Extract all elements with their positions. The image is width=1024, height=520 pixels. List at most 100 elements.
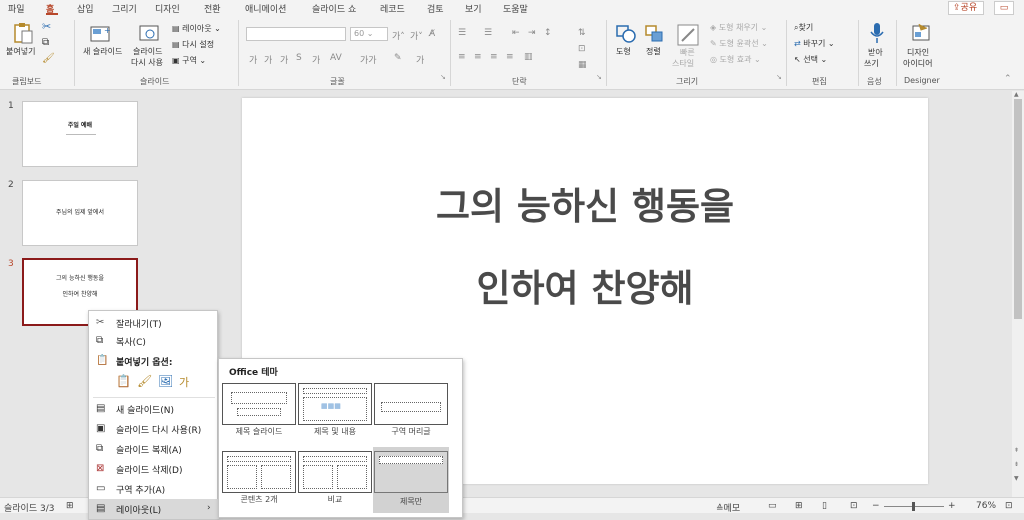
bullets-icon[interactable]: ☰ — [458, 28, 466, 38]
reset-button[interactable]: ▤ 다시 설정 — [172, 40, 214, 50]
menu-item-duplicate-slide[interactable]: ⧉ 슬라이드 복제(A) — [89, 439, 219, 459]
menu-item-add-section[interactable]: ▭ 구역 추가(A) — [89, 479, 219, 499]
layout-title-and-content[interactable]: ▦▦▦ — [298, 383, 372, 425]
smartart-icon[interactable]: ▦ — [578, 60, 587, 70]
dictate-label-1[interactable]: 받아 — [868, 48, 883, 58]
section-button[interactable]: ▣ 구역 ⌄ — [172, 56, 206, 66]
tab-slideshow[interactable]: 슬라이드 쇼 — [312, 2, 356, 15]
tab-insert[interactable]: 삽입 — [77, 2, 94, 15]
slide-thumbnail-2[interactable]: 주님의 입제 앞에서 — [22, 180, 138, 246]
bold-icon[interactable]: 가 — [249, 53, 257, 66]
highlight-icon[interactable]: ✎ — [394, 53, 402, 63]
align-left-icon[interactable]: ≡ — [458, 52, 466, 62]
italic-icon[interactable]: 가 — [264, 53, 272, 66]
font-dialog-launcher-icon[interactable]: ↘ — [440, 73, 446, 81]
tab-help[interactable]: 도움말 — [503, 2, 528, 15]
fit-slide-icon[interactable]: ⊡ — [1005, 501, 1013, 511]
zoom-in-icon[interactable]: + — [948, 501, 956, 511]
paste-use-destination-theme-icon[interactable]: 📋 — [116, 374, 132, 390]
change-case-icon[interactable]: 가가 — [360, 53, 377, 66]
format-painter-icon[interactable]: 🖌 — [42, 54, 55, 64]
decrease-font-icon[interactable]: 가˅ — [410, 29, 423, 42]
shapes-icon[interactable] — [615, 24, 637, 44]
reading-view-icon[interactable]: ▯ — [822, 501, 827, 511]
shadow-icon[interactable]: S — [296, 53, 302, 63]
paste-picture-icon[interactable]: 🖼 — [158, 374, 174, 390]
char-spacing-icon[interactable]: AV — [330, 53, 342, 63]
layout-title-only[interactable] — [374, 451, 448, 493]
designer-label-2[interactable]: 아이디어 — [903, 59, 932, 69]
scroll-down-icon[interactable]: ▼ — [1014, 475, 1019, 482]
tab-transitions[interactable]: 전환 — [204, 2, 221, 15]
menu-item-reuse-slides[interactable]: ▣ 슬라이드 다시 사용(R) — [89, 419, 219, 439]
text-direction-icon[interactable]: ⇅ — [578, 28, 586, 38]
designer-icon[interactable] — [911, 22, 933, 44]
dictate-label-2[interactable]: 쓰기 — [864, 59, 879, 69]
normal-view-icon[interactable]: ▭ — [768, 501, 777, 511]
increase-indent-icon[interactable]: ⇥ — [528, 28, 536, 38]
share-button[interactable]: ⇪공유 — [948, 1, 984, 15]
tab-file[interactable]: 파일 — [8, 2, 25, 15]
replace-button[interactable]: ⇄ 바꾸기 ⌄ — [794, 39, 835, 49]
arrange-label[interactable]: 정렬 — [646, 47, 661, 57]
reuse-slides-label-2[interactable]: 다시 사용 — [131, 58, 163, 68]
slide-title-line-2[interactable]: 인하여 찬양해 — [242, 258, 928, 312]
font-color-icon[interactable]: 가 — [416, 53, 424, 66]
shapes-label[interactable]: 도형 — [616, 47, 631, 57]
columns-icon[interactable]: ▥ — [524, 52, 533, 62]
slide-sorter-icon[interactable]: ⊞ — [795, 501, 803, 511]
tab-draw[interactable]: 그리기 — [112, 2, 137, 15]
align-right-icon[interactable]: ≡ — [490, 52, 498, 62]
paste-keep-source-formatting-icon[interactable]: 🖌 — [137, 374, 153, 390]
cut-icon[interactable]: ✂ — [42, 21, 51, 32]
tab-review[interactable]: 검토 — [427, 2, 444, 15]
reuse-slides-label-1[interactable]: 슬라이드 — [133, 47, 162, 57]
drawing-dialog-launcher-icon[interactable]: ↘ — [776, 73, 782, 81]
layout-comparison[interactable] — [298, 451, 372, 493]
layout-title-slide[interactable] — [222, 383, 296, 425]
microphone-icon[interactable] — [869, 22, 885, 44]
select-button[interactable]: ↖ 선택 ⌄ — [794, 55, 827, 65]
menu-item-copy[interactable]: ⧉ 복사(C) — [89, 331, 219, 351]
scrollbar-thumb[interactable] — [1014, 99, 1022, 319]
slide-title-line-1[interactable]: 그의 능하신 행동을 — [242, 176, 928, 230]
arrange-icon[interactable] — [644, 24, 666, 44]
numbering-icon[interactable]: ☰ — [484, 28, 492, 38]
decrease-indent-icon[interactable]: ⇤ — [512, 28, 520, 38]
align-text-icon[interactable]: ⊡ — [578, 44, 586, 54]
quick-styles-icon[interactable] — [677, 24, 699, 46]
slide-thumbnail-1[interactable]: 주일 예배 — [22, 101, 138, 167]
collapse-ribbon-icon[interactable]: ⌃ — [1004, 74, 1012, 84]
paste-text-only-icon[interactable]: 가 — [179, 374, 195, 390]
clear-format-icon[interactable]: A̸ — [429, 29, 435, 39]
copy-icon[interactable]: ⧉ — [42, 38, 49, 48]
layout-two-content[interactable] — [222, 451, 296, 493]
tab-animations[interactable]: 애니메이션 — [245, 2, 286, 15]
new-slide-label[interactable]: 새 슬라이드 — [83, 47, 122, 57]
paste-label[interactable]: 붙여넣기 — [6, 47, 35, 57]
notes-button[interactable]: ≙메모 — [716, 501, 740, 514]
align-center-icon[interactable]: ≡ — [474, 52, 482, 62]
tab-design[interactable]: 디자인 — [155, 2, 180, 15]
font-name-combo[interactable] — [246, 27, 346, 41]
designer-label-1[interactable]: 디자인 — [907, 48, 929, 58]
layout-button[interactable]: ▤ 레이아웃 ⌄ — [172, 24, 221, 34]
tab-view[interactable]: 보기 — [465, 2, 482, 15]
justify-icon[interactable]: ≡ — [506, 52, 514, 62]
spellcheck-icon[interactable]: ⊞ — [66, 501, 74, 511]
paste-icon[interactable] — [12, 22, 34, 44]
prev-slide-icon[interactable]: ⇞ — [1014, 447, 1019, 454]
next-slide-icon[interactable]: ⇟ — [1014, 461, 1019, 468]
new-slide-icon[interactable]: + — [90, 24, 112, 44]
menu-item-cut[interactable]: ✂ 잘라내기(T) — [89, 313, 219, 333]
strikethrough-icon[interactable]: 가 — [312, 53, 320, 66]
font-size-combo[interactable]: 60 ⌄ — [350, 27, 388, 41]
vertical-scrollbar[interactable]: ▲ ⇞ ⇟ ▼ — [1012, 91, 1024, 497]
slideshow-icon[interactable]: ⊡ — [850, 501, 858, 511]
tab-record[interactable]: 레코드 — [380, 2, 405, 15]
zoom-level[interactable]: 76% — [976, 501, 996, 511]
scroll-up-icon[interactable]: ▲ — [1014, 91, 1019, 98]
line-spacing-icon[interactable]: ↕ — [544, 28, 552, 38]
reuse-slides-icon[interactable] — [139, 24, 161, 44]
zoom-slider-thumb[interactable] — [912, 502, 915, 511]
